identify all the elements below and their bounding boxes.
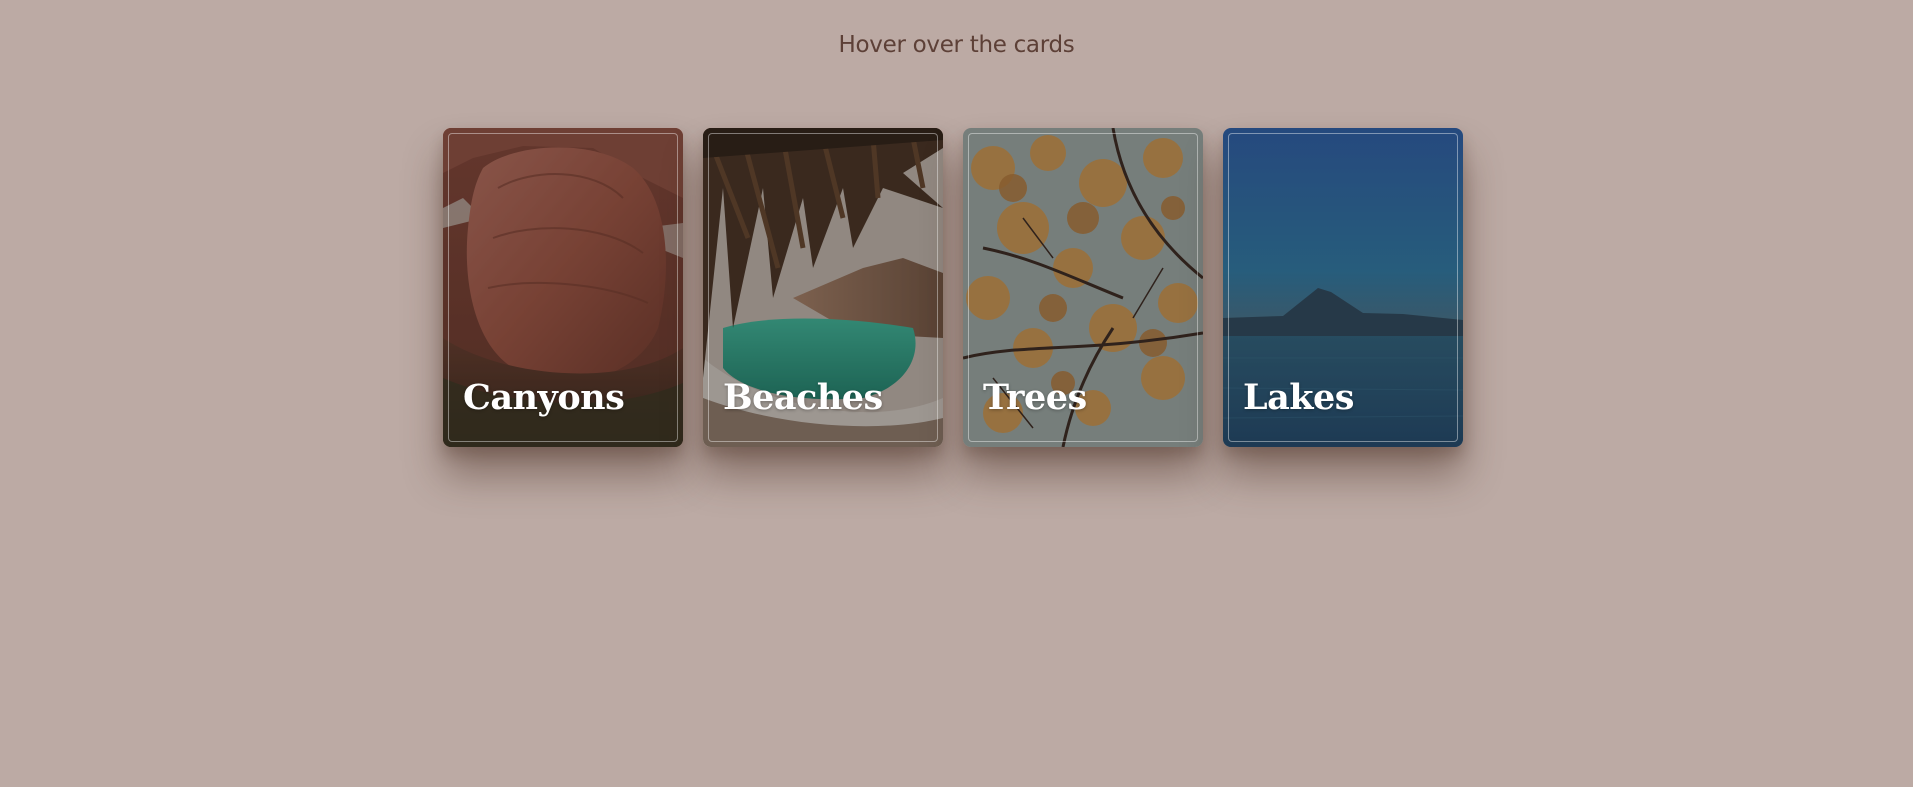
card-title: Beaches — [723, 377, 883, 418]
card-trees[interactable]: Trees — [963, 128, 1203, 447]
card-grid: Canyons Beaches Trees Lakes — [443, 128, 1463, 447]
card-lakes[interactable]: Lakes — [1223, 128, 1463, 447]
card-canyons[interactable]: Canyons — [443, 128, 683, 447]
page-heading: Hover over the cards — [838, 32, 1075, 58]
card-title: Canyons — [463, 377, 625, 418]
card-title: Trees — [983, 377, 1087, 418]
card-title: Lakes — [1243, 377, 1355, 418]
card-beaches[interactable]: Beaches — [703, 128, 943, 447]
